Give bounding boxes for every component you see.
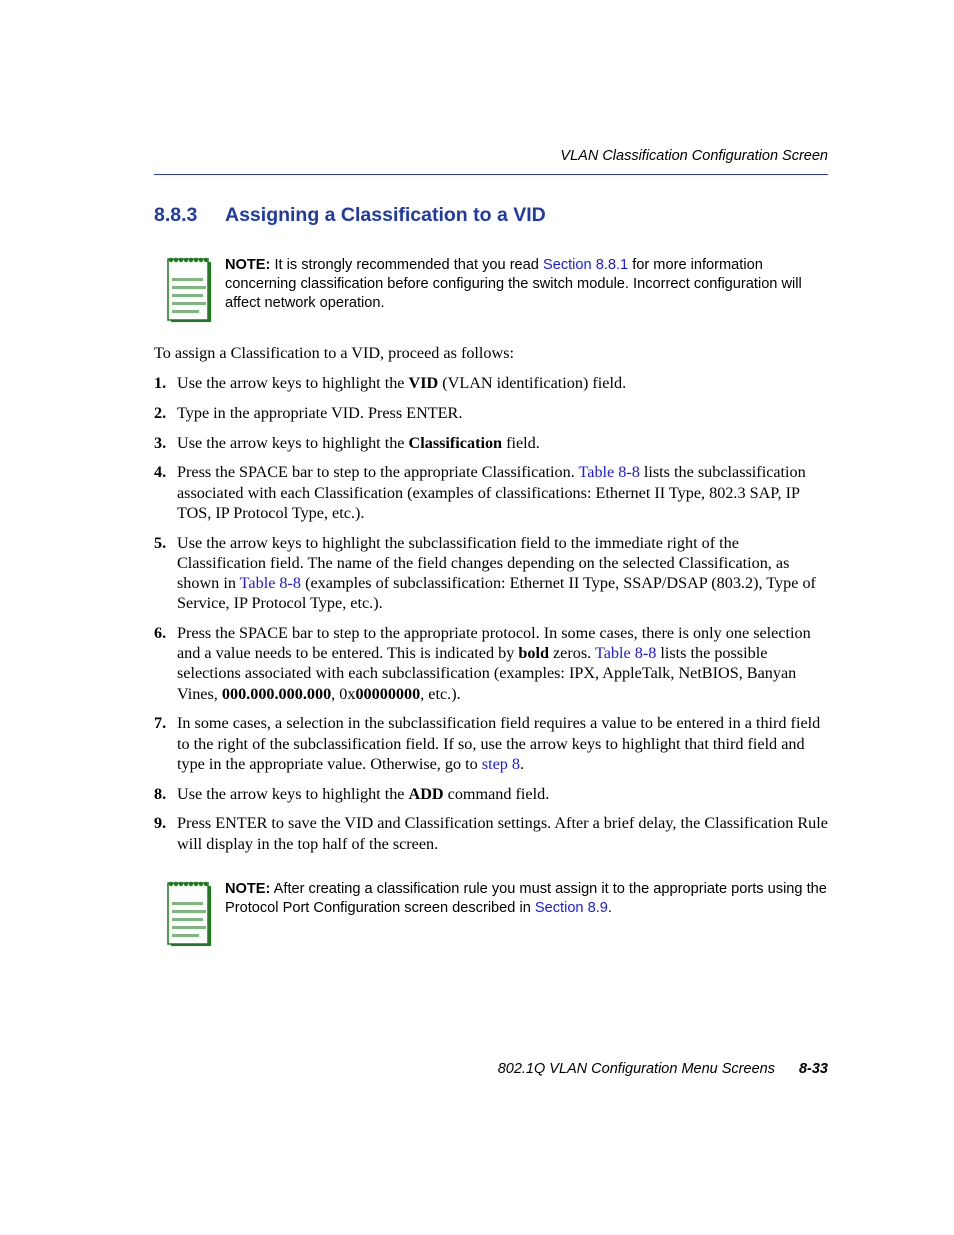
step-number: 7. bbox=[154, 714, 167, 733]
step-text: . bbox=[520, 754, 525, 773]
table-8-8-link[interactable]: Table 8-8 bbox=[240, 574, 301, 592]
note-label: NOTE: bbox=[225, 881, 271, 897]
list-item: 2. Type in the appropriate VID. Press ENT… bbox=[154, 403, 830, 423]
page-number: 8-33 bbox=[798, 1061, 828, 1077]
table-8-8-link[interactable]: Table 8-8 bbox=[595, 644, 656, 662]
note-text-part: . bbox=[607, 900, 612, 916]
step-number: 3. bbox=[154, 433, 167, 452]
list-item: 7. In some cases, a selection in the subc… bbox=[154, 713, 830, 774]
list-item: 8. Use the arrow keys to highlight the AD… bbox=[154, 784, 830, 804]
step-bold-text: bold bbox=[518, 644, 549, 663]
list-item: 4. Press the SPACE bar to step to the app… bbox=[154, 462, 830, 523]
step-bold-text: VID bbox=[408, 374, 439, 392]
step-text: Press ENTER to save the VID and Classifi… bbox=[177, 814, 828, 853]
section-8-8-1-link[interactable]: Section 8.8.1 bbox=[543, 257, 628, 273]
section-8-9-link[interactable]: Section 8.9 bbox=[535, 900, 608, 916]
list-item: 5. Use the arrow keys to highlight the su… bbox=[154, 533, 830, 614]
step-text: , 0x bbox=[331, 684, 356, 703]
step-number: 1. bbox=[154, 374, 167, 392]
step-text: field. bbox=[502, 433, 540, 452]
list-item: 6. Press the SPACE bar to step to the app… bbox=[154, 623, 830, 704]
section-heading: 8.8.3 Assigning a Classification to a VID bbox=[154, 204, 546, 227]
header-rule bbox=[154, 174, 828, 175]
step-bold-text: 00000000 bbox=[355, 684, 421, 703]
section-number: 8.8.3 bbox=[154, 204, 198, 226]
step-text: , etc.). bbox=[420, 684, 461, 703]
page-footer: 802.1Q VLAN Configuration Menu Screens 8-… bbox=[154, 1061, 828, 1077]
note-text: NOTE: After creating a classification ru… bbox=[225, 880, 829, 918]
step-text: zeros. bbox=[548, 644, 595, 663]
step-number: 4. bbox=[154, 463, 167, 482]
step-text: Press the SPACE bar to step to the appro… bbox=[177, 463, 579, 482]
note-text-part: It is strongly recommended that you read bbox=[270, 257, 543, 273]
step-bold-text: ADD bbox=[408, 784, 444, 803]
step-number: 6. bbox=[154, 624, 167, 642]
list-item: 9. Press ENTER to save the VID and Classi… bbox=[154, 813, 830, 853]
step-text: (VLAN identification) field. bbox=[438, 374, 627, 392]
note-text: NOTE: It is strongly recommended that yo… bbox=[225, 256, 829, 313]
steps-list: 1. Use the arrow keys to highlight the VI… bbox=[154, 373, 830, 863]
list-item: 3. Use the arrow keys to highlight the Cl… bbox=[154, 433, 830, 453]
running-header: VLAN Classification Configuration Screen bbox=[560, 148, 828, 164]
note-text-part: After creating a classification rule you… bbox=[225, 881, 827, 916]
intro-paragraph: To assign a Classification to a VID, pro… bbox=[154, 344, 515, 362]
step-text: Use the arrow keys to highlight the bbox=[177, 433, 409, 452]
footer-title: 802.1Q VLAN Configuration Menu Screens bbox=[497, 1061, 775, 1077]
step-text: Type in the appropriate VID. Press ENTER… bbox=[177, 403, 463, 422]
table-8-8-link[interactable]: Table 8-8 bbox=[579, 463, 640, 481]
notepad-icon bbox=[167, 881, 211, 946]
note-label: NOTE: bbox=[225, 257, 271, 273]
step-8-link[interactable]: step 8 bbox=[482, 755, 520, 773]
step-text: Use the arrow keys to highlight the bbox=[177, 784, 409, 803]
list-item: 1. Use the arrow keys to highlight the VI… bbox=[154, 373, 830, 393]
step-number: 8. bbox=[154, 784, 167, 803]
step-number: 5. bbox=[154, 533, 167, 552]
step-text: Use the arrow keys to highlight the bbox=[177, 374, 409, 392]
notepad-icon bbox=[167, 257, 211, 322]
step-text: command field. bbox=[443, 784, 550, 803]
section-title: Assigning a Classification to a VID bbox=[225, 204, 546, 226]
step-number: 9. bbox=[154, 814, 167, 833]
step-number: 2. bbox=[154, 403, 167, 422]
step-bold-text: Classification bbox=[408, 433, 503, 452]
step-bold-text: 000.000.000.000 bbox=[221, 684, 332, 703]
